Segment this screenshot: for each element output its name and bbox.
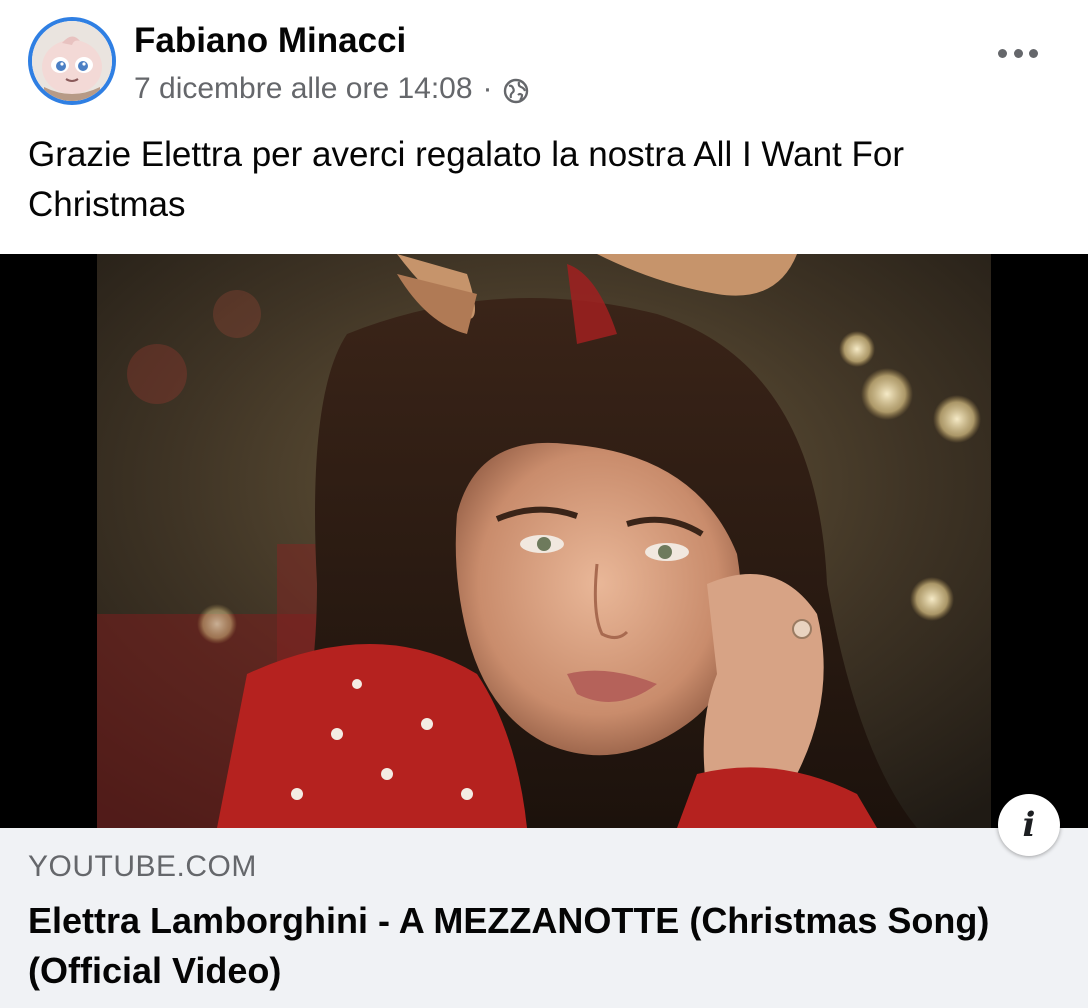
more-dot <box>1013 48 1023 58</box>
link-preview-card[interactable]: YOUTUBE.COM Elettra Lamborghini - A MEZZ… <box>0 828 1088 1008</box>
author-name[interactable]: Fabiano Minacci <box>134 20 406 62</box>
link-title[interactable]: Elettra Lamborghini - A MEZZANOTTE (Chri… <box>28 896 1038 996</box>
post-meta: 7 dicembre alle ore 14:08 · <box>134 70 529 108</box>
video-thumbnail[interactable] <box>0 254 1088 828</box>
video-frame <box>97 254 991 828</box>
avatar-image <box>32 21 112 101</box>
author-avatar[interactable] <box>28 17 116 105</box>
more-dot <box>1029 48 1038 58</box>
more-options-icon[interactable] <box>998 38 1038 68</box>
more-dot <box>998 48 1007 58</box>
info-icon[interactable]: i <box>998 794 1060 856</box>
link-domain: YOUTUBE.COM <box>28 850 257 883</box>
post-timestamp[interactable]: 7 dicembre alle ore 14:08 <box>134 70 473 108</box>
post-text: Grazie Elettra per averci regalato la no… <box>28 135 905 224</box>
meta-separator: · <box>482 72 493 105</box>
thumbnail-image <box>97 254 991 828</box>
post-header: Fabiano Minacci 7 dicembre alle ore 14:0… <box>0 0 1088 118</box>
globe-icon[interactable] <box>503 76 529 104</box>
